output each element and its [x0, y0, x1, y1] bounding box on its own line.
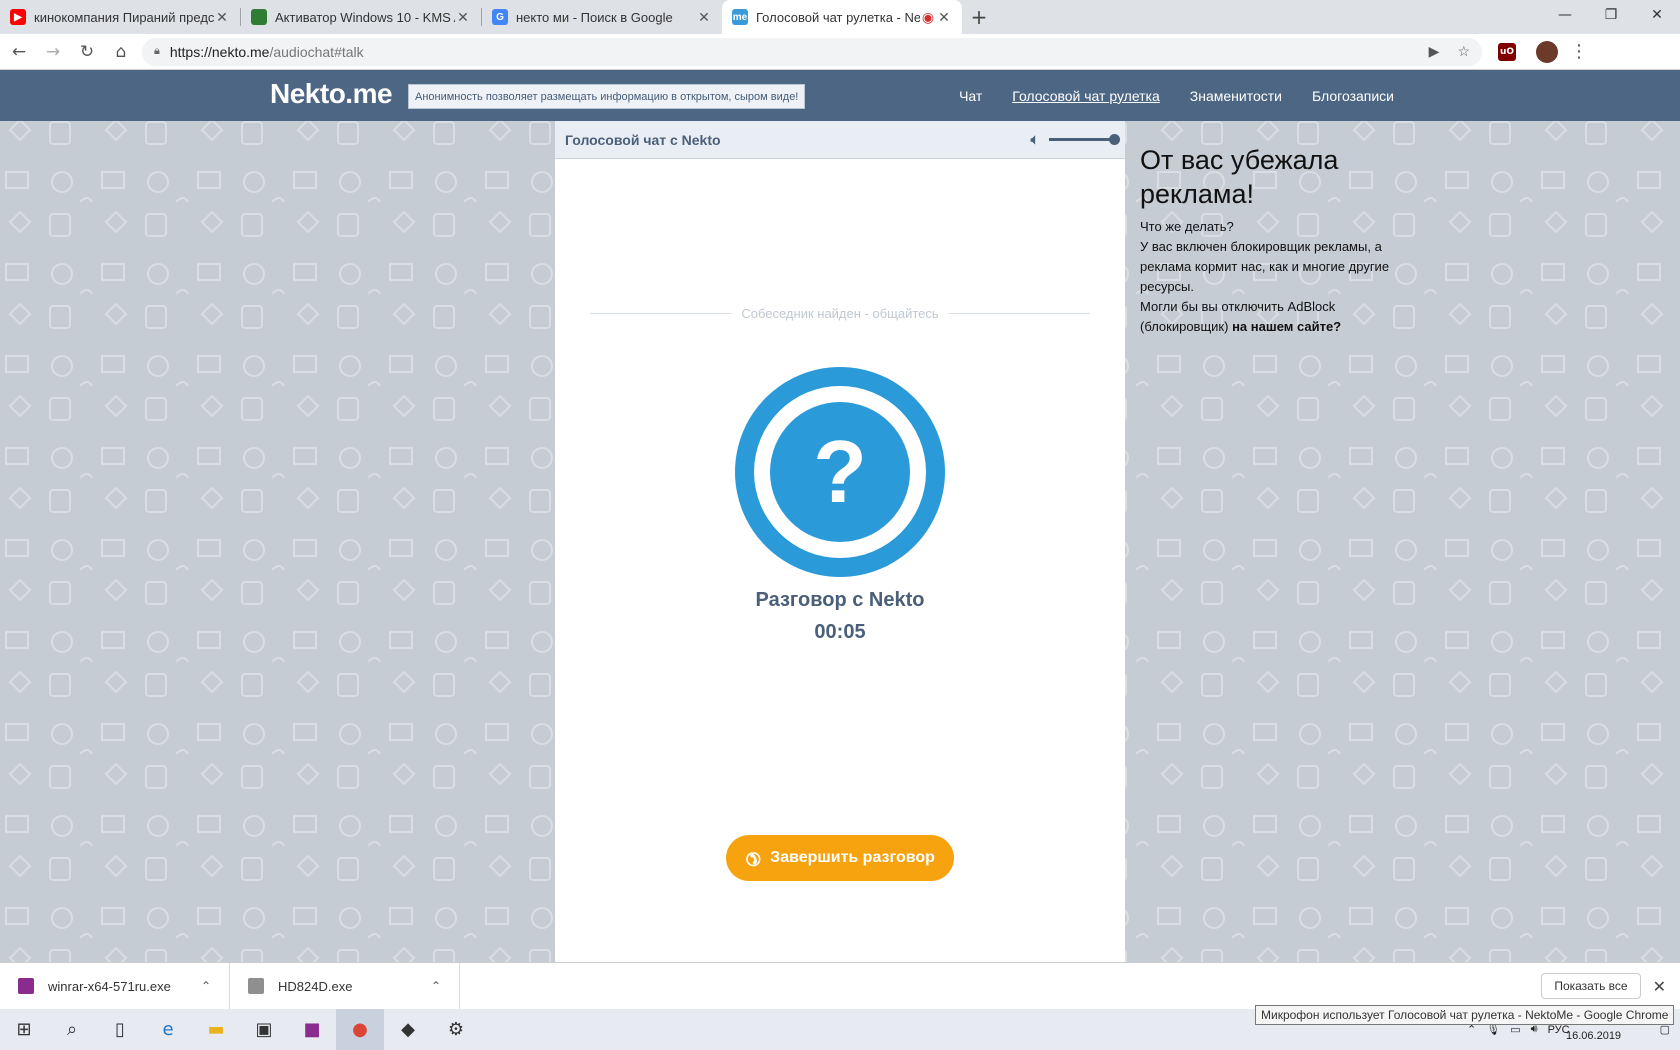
exe-file-icon [248, 978, 264, 994]
url-path: /audiochat#talk [269, 43, 364, 60]
lock-icon: 🔒︎ [154, 45, 160, 57]
adblock-line2: У вас включен блокировщик рекламы, а рек… [1140, 239, 1390, 294]
windows-logo-icon [251, 9, 267, 25]
address-bar[interactable]: 🔒︎ https://nekto.me/audiochat#talk ▶︎ ☆ [142, 37, 1482, 66]
close-tab-icon[interactable]: ✕ [214, 9, 230, 26]
partner-found-text: Собеседник найден - общайтесь [741, 306, 939, 321]
menu-item-blog[interactable]: Блогозаписи [1312, 88, 1394, 104]
address-toolbar: ← → ↻ ⌂ 🔒︎ https://nekto.me/audiochat#ta… [0, 34, 1680, 70]
volume-slider-knob[interactable] [1109, 134, 1120, 145]
download-item-hd824d[interactable]: HD824D.exe ⌃ [230, 962, 460, 1010]
adblock-text: Что же делать? У вас включен блокировщик… [1140, 217, 1400, 337]
site-header: Nekto.me Анонимность позволяет размещать… [0, 70, 1680, 121]
chrome-icon[interactable]: ● [336, 1009, 384, 1050]
profile-avatar[interactable] [1532, 37, 1562, 67]
tab-title: кинокомпания Пираний предст [34, 9, 214, 25]
new-tab-button[interactable]: + [962, 0, 996, 34]
conversation-title: Разговор с Nekto [755, 589, 925, 611]
close-tab-icon[interactable]: ✕ [936, 9, 952, 26]
nekto-icon: me [732, 9, 748, 25]
chevron-up-icon[interactable]: ⌃ [201, 979, 211, 993]
menu-item-chat[interactable]: Чат [959, 88, 982, 104]
ublock-icon: uO [1498, 42, 1516, 61]
close-tab-icon[interactable]: ✕ [696, 9, 712, 26]
back-button[interactable]: ← [4, 37, 34, 67]
browser-tab-2[interactable]: Активатор Windows 10 - KMS Au ✕ [241, 0, 481, 34]
taskbar-date[interactable]: 16.06.2019 [1566, 1030, 1621, 1042]
search-icon[interactable]: ⌕ [48, 1009, 96, 1050]
download-filename: HD824D.exe [278, 978, 353, 994]
youtube-icon: ▶ [10, 9, 26, 25]
browser-tab-strip: ▶ кинокомпания Пираний предст ✕ Активато… [0, 0, 1680, 34]
panel-header: Голосовой чат с Nekto 🔈︎ [555, 121, 1125, 159]
close-window-button[interactable]: ✕ [1634, 0, 1680, 30]
settings-gear-icon[interactable]: ⚙ [432, 1009, 480, 1050]
volume-slider[interactable] [1049, 134, 1120, 145]
slogan: Анонимность позволяет размещать информац… [408, 84, 806, 109]
winrar-taskbar-icon[interactable]: ■ [288, 1009, 336, 1050]
show-all-downloads-button[interactable]: Показать все [1541, 973, 1641, 999]
minimize-button[interactable]: — [1542, 0, 1588, 30]
download-item-winrar[interactable]: winrar-x64-571ru.exe ⌃ [0, 962, 230, 1010]
task-view-icon[interactable]: ▯ [96, 1009, 144, 1050]
avatar [1536, 40, 1558, 63]
winrar-icon [18, 978, 34, 994]
window-controls: — ❐ ✕ [1542, 0, 1680, 30]
menu-item-celebrities[interactable]: Знаменитости [1190, 88, 1282, 104]
browser-tab-4[interactable]: me Голосовой чат рулетка - Ne ◉ ✕ [722, 0, 962, 34]
tab-title: Активатор Windows 10 - KMS Au [275, 9, 455, 25]
menu-item-voice-chat[interactable]: Голосовой чат рулетка [1012, 88, 1159, 104]
google-icon: G [492, 9, 508, 25]
adblock-line1: Что же делать? [1140, 219, 1234, 234]
browser-tab-3[interactable]: G некто ми - Поиск в Google ✕ [482, 0, 722, 34]
browser-tab-1[interactable]: ▶ кинокомпания Пираний предст ✕ [0, 0, 240, 34]
main-menu: Чат Голосовой чат рулетка Знаменитости Б… [959, 70, 1394, 121]
voice-chat-panel: Голосовой чат с Nekto 🔈︎ Собеседник найд… [555, 121, 1125, 962]
download-filename: winrar-x64-571ru.exe [48, 978, 171, 994]
recording-icon: ◉ [921, 8, 935, 25]
ublock-extension[interactable]: uO [1492, 37, 1522, 67]
partner-found-divider: Собеседник найден - общайтесь [590, 306, 1090, 321]
divider-line [948, 313, 1090, 314]
divider-line [590, 313, 732, 314]
adblock-link[interactable]: на нашем сайте? [1232, 319, 1341, 334]
chevron-up-icon[interactable]: ⌃ [431, 979, 441, 993]
partner-avatar: ? [735, 367, 945, 577]
end-call-label: Завершить разговор [770, 849, 935, 866]
bookmark-star-icon[interactable]: ☆ [1457, 43, 1470, 60]
site-logo[interactable]: Nekto.me [270, 78, 393, 110]
volume-control: 🔈︎ [1031, 131, 1120, 148]
camera-icon[interactable]: ▶︎ [1429, 43, 1440, 60]
close-downloads-icon[interactable]: ✕ [1653, 977, 1666, 996]
reload-button[interactable]: ↻ [72, 37, 102, 67]
phone-hangup-icon: ✆ [740, 845, 766, 871]
microphone-tooltip: Микрофон использует Голосовой чат рулетк… [1255, 1005, 1675, 1025]
home-button[interactable]: ⌂ [106, 37, 136, 67]
downloads-bar: winrar-x64-571ru.exe ⌃ HD824D.exe ⌃ Пока… [0, 962, 1680, 1010]
file-explorer-icon[interactable]: ▬ [192, 1009, 240, 1050]
avatar-ring: ? [754, 386, 926, 558]
tab-title: Голосовой чат рулетка - Ne [756, 9, 920, 25]
adblock-notice: От вас убежала реклама! Что же делать? У… [1140, 143, 1400, 337]
forward-button[interactable]: → [38, 37, 68, 67]
question-mark-icon: ? [770, 402, 910, 542]
edge-icon[interactable]: e [144, 1009, 192, 1050]
browser-menu-icon[interactable]: ⋮ [1570, 41, 1588, 62]
adblock-heading: От вас убежала реклама! [1140, 145, 1339, 209]
shield-icon[interactable]: ◆ [384, 1009, 432, 1050]
speaker-icon[interactable]: 🔈︎ [1031, 131, 1039, 148]
close-tab-icon[interactable]: ✕ [455, 9, 471, 26]
panel-title: Голосовой чат с Nekto [565, 131, 721, 148]
store-icon[interactable]: ▣ [240, 1009, 288, 1050]
url-host: https://nekto.me [169, 43, 270, 60]
restore-button[interactable]: ❐ [1588, 0, 1634, 30]
end-call-button[interactable]: ✆ Завершить разговор [726, 835, 954, 881]
start-button[interactable]: ⊞ [0, 1009, 48, 1050]
tab-title: некто ми - Поиск в Google [516, 9, 673, 25]
call-timer: 00:05 [814, 621, 866, 643]
nekto-page: Nekto.me Анонимность позволяет размещать… [0, 70, 1680, 962]
